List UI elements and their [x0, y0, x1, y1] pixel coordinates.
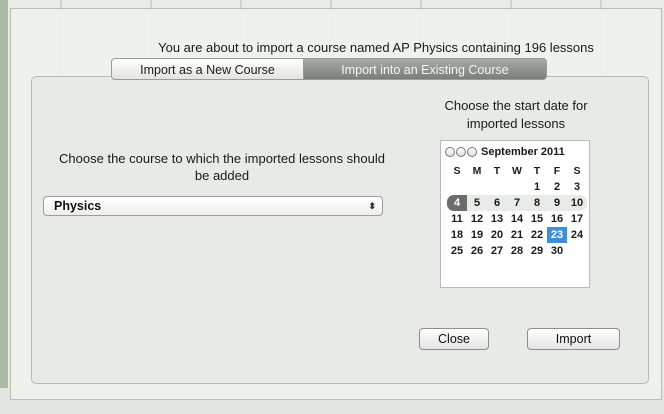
calendar-day[interactable]: 28	[507, 243, 527, 259]
calendar-day[interactable]: 3	[567, 179, 587, 195]
import-mode-tabs: Import as a New Course Import into an Ex…	[111, 58, 547, 80]
calendar-day[interactable]: 21	[507, 227, 527, 243]
calendar-day[interactable]: 11	[447, 211, 467, 227]
course-popup-value: Physics	[54, 199, 102, 213]
calendar-weekday-label: F	[553, 165, 561, 177]
calendar-weekday-label: M	[472, 165, 482, 177]
calendar-weekday-label: T	[533, 165, 541, 177]
calendar-day[interactable]: 22	[527, 227, 547, 243]
calendar-day[interactable]: 16	[547, 211, 567, 227]
calendar-grid: S M T W T F S 1 2 3 4 5 6 7 8 9 10 11 12 13 14 15 16 17 18 19 20 21…	[447, 163, 587, 259]
calendar-empty-day	[447, 179, 467, 195]
calendar-day[interactable]: 10	[567, 195, 587, 211]
calendar-day[interactable]: 20	[487, 227, 507, 243]
calendar-day[interactable]: 24	[567, 227, 587, 243]
background-window-edge	[0, 0, 8, 414]
next-month-icon[interactable]	[467, 147, 477, 157]
calendar-day[interactable]: 29	[527, 243, 547, 259]
calendar-day[interactable]: 25	[447, 243, 467, 259]
calendar-day[interactable]: 13	[487, 211, 507, 227]
calendar-week-row: 18 19 20 21 22 23 24	[447, 227, 587, 243]
calendar-day[interactable]: 26	[467, 243, 487, 259]
calendar-day[interactable]: 18	[447, 227, 467, 243]
calendar-week-row: 25 26 27 28 29 30	[447, 243, 587, 259]
import-button[interactable]: Import	[527, 328, 620, 350]
calendar-weekday-row: SMTWTFS	[447, 163, 587, 179]
calendar-empty-day	[507, 179, 527, 195]
tab-import-existing-course[interactable]: Import into an Existing Course	[304, 58, 547, 80]
calendar-day[interactable]: 7	[507, 195, 527, 211]
calendar-day[interactable]: 9	[547, 195, 567, 211]
calendar-header: September 2011	[445, 145, 565, 159]
calendar-day[interactable]: 1	[527, 179, 547, 195]
calendar-title: Choose the start date for imported lesso…	[444, 98, 588, 131]
calendar-weekday-label: W	[512, 165, 522, 177]
calendar-weekday-label: S	[453, 165, 461, 177]
calendar-week-row: 4 5 6 7 8 9 10	[447, 195, 587, 211]
calendar-day[interactable]: 2	[547, 179, 567, 195]
course-prompt: Choose the course to which the imported …	[59, 151, 385, 183]
calendar-day[interactable]: 5	[467, 195, 487, 211]
calendar-week-row: 11 12 13 14 15 16 17	[447, 211, 587, 227]
calendar-week-row: 123	[447, 179, 587, 195]
calendar-day[interactable]: 4	[447, 195, 467, 211]
course-popup-button[interactable]: Physics ⬍	[43, 196, 383, 216]
calendar-day[interactable]: 14	[507, 211, 527, 227]
calendar-empty-day	[467, 179, 487, 195]
calendar-empty-day	[487, 179, 507, 195]
previous-month-icon[interactable]	[445, 147, 455, 157]
calendar-day[interactable]: 6	[487, 195, 507, 211]
calendar-day[interactable]: 8	[527, 195, 547, 211]
calendar-day[interactable]: 23	[547, 227, 567, 243]
calendar-day[interactable]: 15	[527, 211, 547, 227]
calendar-empty-day	[567, 243, 587, 259]
today-icon[interactable]	[456, 147, 466, 157]
updown-arrows-icon: ⬍	[368, 201, 376, 211]
start-date-calendar[interactable]: September 2011 S M T W T F S 1 2 3 4 5 6 7 8 9 10 11 12 13 1…	[440, 140, 590, 288]
calendar-day[interactable]: 17	[567, 211, 587, 227]
import-message: You are about to import a course named A…	[158, 40, 594, 55]
calendar-day[interactable]: 27	[487, 243, 507, 259]
close-button[interactable]: Close	[419, 328, 489, 350]
calendar-weekday-label: S	[573, 165, 581, 177]
calendar-month-label: September 2011	[481, 146, 565, 158]
calendar-day[interactable]: 19	[467, 227, 487, 243]
calendar-day[interactable]: 30	[547, 243, 567, 259]
tab-import-new-course[interactable]: Import as a New Course	[111, 58, 304, 80]
calendar-weekday-label: T	[493, 165, 501, 177]
calendar-day[interactable]: 12	[467, 211, 487, 227]
